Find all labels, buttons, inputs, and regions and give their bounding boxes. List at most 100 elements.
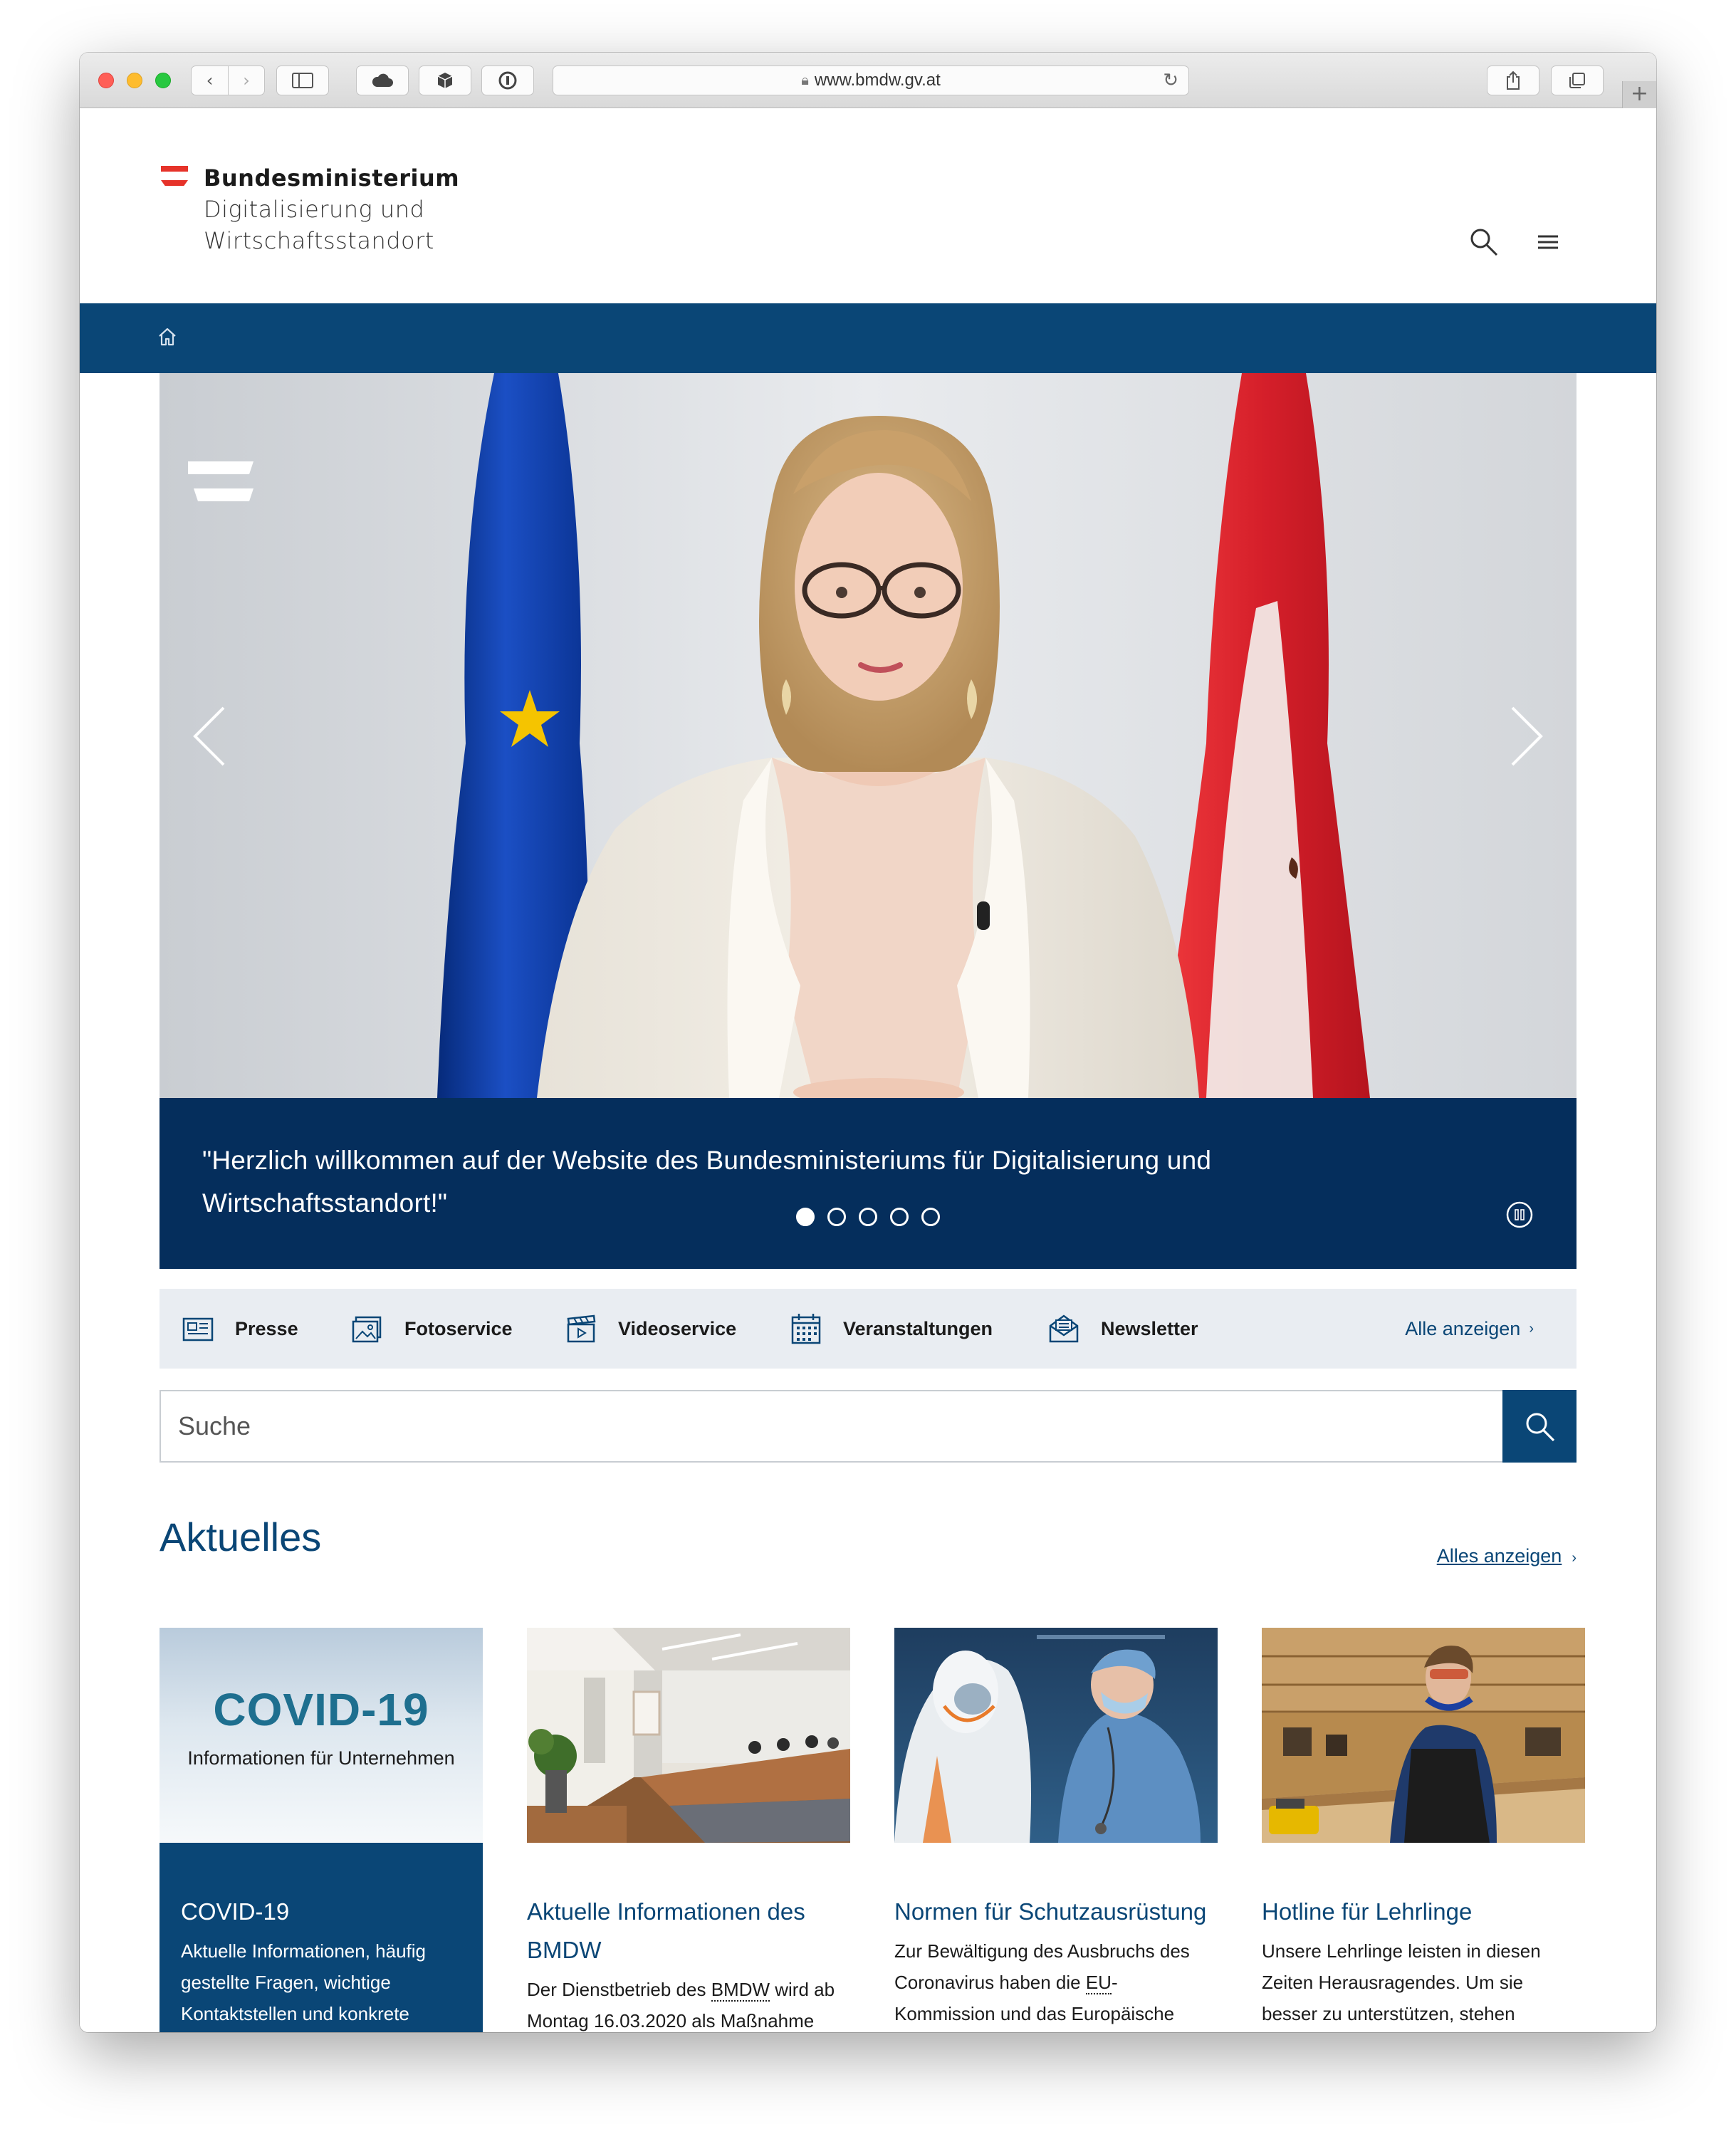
office-lobby-illustration [527, 1628, 850, 1843]
clapperboard-icon [567, 1314, 596, 1343]
news-card-title[interactable]: Aktuelle Informationen des BMDW [527, 1893, 850, 1970]
password-manager-icon [498, 71, 517, 90]
chevron-right-icon: › [1529, 1320, 1534, 1337]
back-button[interactable]: ‹ [192, 66, 228, 95]
url-text: www.bmdw.gv.at [814, 70, 941, 90]
slider-dot-5[interactable] [921, 1208, 940, 1226]
hero-caption: "Herzlich willkommen auf der Website des… [160, 1098, 1576, 1269]
cloud-icon [372, 73, 393, 87]
news-section-title: Aktuelles [160, 1515, 322, 1559]
slider-pause-icon[interactable] [1505, 1201, 1534, 1229]
bmdw-abbreviation[interactable]: BMDW [711, 1979, 770, 2002]
logo-line-1: Bundesministerium [204, 164, 460, 192]
box-extension-button[interactable] [419, 66, 471, 95]
protective-gear-image [894, 1628, 1218, 1843]
site-search [160, 1390, 1576, 1463]
news-card-normen[interactable]: Normen für Schutzausrüstung Zur Bewältig… [894, 1628, 1218, 2032]
home-icon[interactable] [157, 326, 178, 347]
menu-icon[interactable] [1532, 226, 1564, 258]
service-label: Veranstaltungen [843, 1317, 993, 1339]
search-icon [1526, 1413, 1555, 1442]
sidebar-icon [292, 73, 313, 88]
service-veranstaltungen[interactable]: Veranstaltungen [789, 1289, 993, 1369]
service-newsletter[interactable]: Newsletter [1047, 1289, 1198, 1369]
share-button[interactable] [1487, 66, 1539, 95]
hero-quote: "Herzlich willkommen auf der Website des… [202, 1146, 1212, 1218]
cube-icon [437, 73, 453, 88]
envelope-icon [1049, 1314, 1079, 1343]
services-all-label: Alle anzeigen [1405, 1317, 1521, 1339]
news-card-text: Zur Bewältigung des Ausbruchs des Corona… [894, 1935, 1208, 2029]
news-card-title[interactable]: Hotline für Lehrlinge [1262, 1893, 1585, 1931]
services-all-link[interactable]: Alle anzeigen › [1405, 1289, 1534, 1369]
news-card-lehrlinge[interactable]: Hotline für Lehrlinge Unsere Lehrlinge l… [1262, 1628, 1585, 2032]
chevron-right-icon: › [1572, 1550, 1576, 1566]
news-card-text: Unsere Lehrlinge leisten in diesen Zeite… [1262, 1940, 1541, 2024]
slider-dot-2[interactable] [827, 1208, 846, 1226]
logo-line-3: Wirtschaftsstandort [204, 227, 434, 254]
covid-image-title: COVID-19 [213, 1684, 429, 1735]
news-card-text: Aktuelle Informationen, häufig gestellte… [181, 1940, 426, 2024]
service-label: Videoservice [618, 1317, 737, 1339]
new-tab-button[interactable]: + [1622, 81, 1656, 108]
search-submit-button[interactable] [1502, 1390, 1576, 1463]
share-icon [1507, 70, 1520, 90]
slider-prev-arrow-icon[interactable] [188, 701, 231, 772]
service-label: Presse [235, 1317, 298, 1339]
tabs-overview-button[interactable] [1551, 66, 1604, 95]
apprentice-workshop-image [1262, 1628, 1585, 1843]
ministry-logo[interactable]: Bundesministerium Digitalisierung und Wi… [204, 162, 459, 256]
sidebar-toggle-button[interactable] [276, 66, 329, 95]
news-card-text: Der Dienstbetrieb des BMDW wird ab Monta… [527, 1974, 840, 2032]
news-card-covid[interactable]: COVID-19 Informationen für Unternehmen C… [160, 1628, 483, 2032]
slider-dot-4[interactable] [890, 1208, 909, 1226]
news-card-title[interactable]: COVID-19 [181, 1893, 466, 1931]
browser-window: ‹ › 🔒︎ www.bmdw.gv.at ↻ + Bundesminister… [80, 53, 1656, 2032]
search-icon[interactable] [1468, 226, 1500, 258]
news-card-title[interactable]: Normen für Schutzausrüstung [894, 1893, 1218, 1931]
card-text-part: Der Dienstbetrieb des [527, 1979, 711, 2000]
office-lobby-image [527, 1628, 850, 1843]
site-header: Bundesministerium Digitalisierung und Wi… [80, 108, 1656, 303]
forward-button[interactable]: › [227, 66, 264, 95]
breadcrumb-bar [80, 303, 1656, 373]
zoom-window-button[interactable] [155, 73, 171, 88]
history-nav: ‹ › [191, 66, 265, 95]
lock-icon: 🔒︎ [801, 72, 809, 88]
hero-photo-illustration [160, 373, 1576, 1098]
service-videoservice[interactable]: Videoservice [564, 1289, 736, 1369]
services-bar: Presse Fotoservice Videoservice Veransta… [160, 1289, 1576, 1369]
cloud-extension-button[interactable] [356, 66, 409, 95]
newspaper-icon [182, 1317, 214, 1342]
covid-teaser-image: COVID-19 Informationen für Unternehmen [160, 1628, 483, 1843]
news-all-label: Alles anzeigen [1436, 1545, 1562, 1567]
minimize-window-button[interactable] [127, 73, 142, 88]
slider-next-arrow-icon[interactable] [1505, 701, 1548, 772]
news-card-bmdw[interactable]: Aktuelle Informationen des BMDW Der Dien… [527, 1628, 850, 2032]
page-content: Bundesministerium Digitalisierung und Wi… [80, 108, 1656, 2032]
slider-dots [796, 1208, 940, 1226]
card-text-part: Zur Bewältigung des Ausbruchs des Corona… [894, 1940, 1190, 1993]
password-extension-button[interactable] [481, 66, 534, 95]
logo-line-2: Digitalisierung und [204, 196, 425, 223]
service-label: Fotoservice [404, 1317, 513, 1339]
close-window-button[interactable] [98, 73, 114, 88]
hero-slider: "Herzlich willkommen auf der Website des… [160, 373, 1576, 1283]
slider-dot-1[interactable] [796, 1208, 815, 1226]
service-label: Newsletter [1101, 1317, 1198, 1339]
photo-icon [352, 1316, 382, 1343]
tabs-icon [1569, 73, 1585, 88]
news-all-link[interactable]: Alles anzeigen › [1437, 1545, 1576, 1567]
hero-image-minister [160, 373, 1576, 1098]
calendar-icon [791, 1314, 821, 1344]
search-input[interactable] [161, 1391, 1504, 1461]
eu-abbreviation[interactable]: EU [1085, 1972, 1112, 1994]
austria-flag-logo-icon[interactable] [161, 166, 188, 186]
covid-image-subtitle: Informationen für Unternehmen [187, 1747, 455, 1769]
service-fotoservice[interactable]: Fotoservice [350, 1289, 513, 1369]
reload-icon[interactable]: ↻ [1163, 70, 1178, 91]
slider-dot-3[interactable] [859, 1208, 877, 1226]
protective-gear-illustration [894, 1628, 1218, 1843]
service-presse[interactable]: Presse [181, 1289, 298, 1369]
address-bar[interactable]: 🔒︎ www.bmdw.gv.at ↻ [553, 66, 1189, 95]
